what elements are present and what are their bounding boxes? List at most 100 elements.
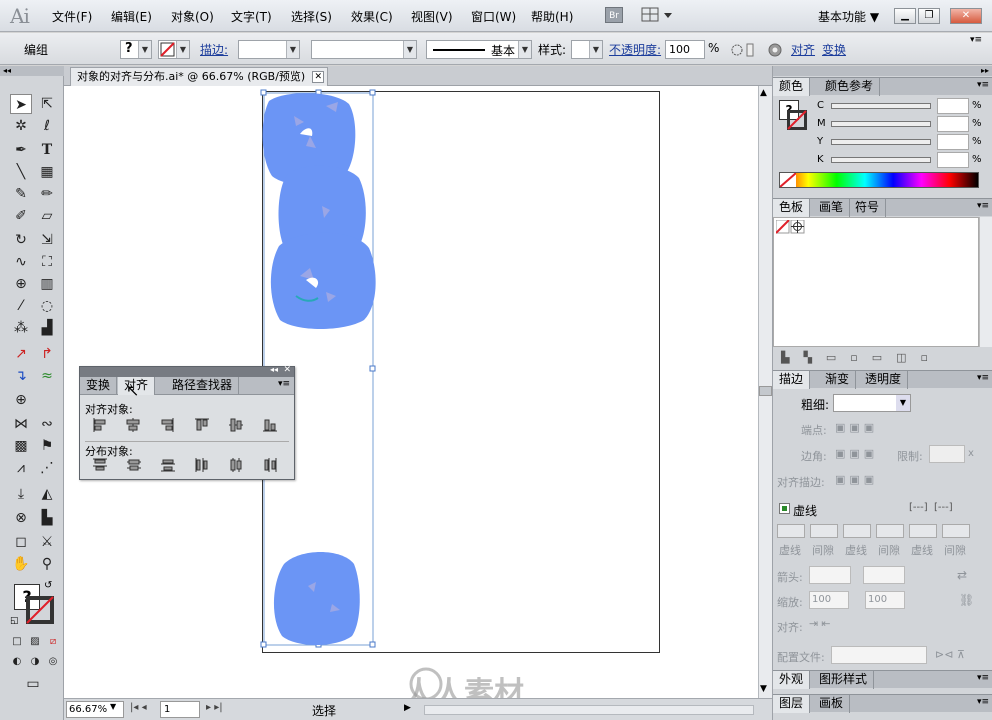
restore-button[interactable]: ❐ [918, 8, 940, 24]
live-paint-tool[interactable]: ⤓ [10, 484, 32, 504]
gradient-tool[interactable]: ▥ [36, 274, 58, 294]
rotate-tool[interactable]: ↻ [10, 230, 32, 250]
start-arrowhead-dropdown[interactable] [809, 566, 851, 584]
tab-appearance[interactable]: 外观 [773, 671, 811, 689]
tab-gradient[interactable]: 渐变 [819, 371, 857, 389]
bridge-button[interactable]: Br [605, 7, 623, 23]
target-tool[interactable]: ⊕ [10, 390, 32, 410]
swap-fill-stroke-icon[interactable]: ↺ [44, 580, 52, 591]
channel-k-slider[interactable] [831, 157, 931, 163]
graphic-style-dropdown[interactable]: ▼ [571, 40, 603, 59]
close-icon[interactable]: ✕ [283, 365, 291, 375]
scatter-tool[interactable]: ⋰ [36, 458, 58, 478]
toolbox-collapse-icon[interactable]: ◂◂ [0, 66, 64, 76]
selection-tool[interactable]: ➤ [10, 94, 32, 114]
gap-input-2[interactable] [876, 524, 904, 538]
swatch-grid[interactable] [773, 217, 979, 347]
tab-stroke[interactable]: 描边 [773, 371, 811, 389]
swatch-items[interactable] [776, 220, 806, 234]
artboard-tool[interactable]: ◻ [10, 532, 32, 552]
menu-file[interactable]: 文件(F) [52, 8, 92, 25]
align-icons[interactable] [92, 417, 282, 433]
align-stroke-buttons[interactable]: ▣▣▣ [835, 473, 878, 486]
document-setup-button[interactable] [766, 41, 784, 59]
tab-color[interactable]: 颜色 [773, 78, 811, 96]
document-tab[interactable]: 对象的对齐与分布.ai* @ 66.67% (RGB/预览) ✕ [70, 67, 329, 86]
rectangle-grid-tool[interactable]: ▦ [36, 162, 58, 182]
tab-pathfinder[interactable]: 路径查找器 [166, 377, 240, 395]
lasso-tool[interactable]: ℓ [36, 116, 58, 136]
shape-builder-tool[interactable]: ⊕ [10, 274, 32, 294]
menu-object[interactable]: 对象(O) [171, 8, 214, 25]
link-scale-icon[interactable]: ⛓ [959, 593, 974, 607]
chart-tool[interactable]: ▙ [36, 508, 58, 528]
variable-width-dropdown[interactable]: ▼ [311, 40, 417, 59]
artboard-number-input[interactable]: 1 [160, 701, 200, 718]
selection-handle[interactable] [369, 641, 376, 648]
panel-menu-icon[interactable]: ▾≡ [977, 80, 989, 90]
first-artboard-icon[interactable]: |◂ ◂ [130, 702, 147, 713]
menu-type[interactable]: 文字(T) [231, 8, 272, 25]
channel-c-slider[interactable] [831, 103, 931, 109]
zigzag-tool[interactable]: ⩘ [10, 458, 32, 478]
pen-tool[interactable]: ✒ [10, 140, 32, 160]
scale-tool[interactable]: ⇲ [36, 230, 58, 250]
menu-edit[interactable]: 编辑(E) [111, 8, 152, 25]
channel-m-input[interactable] [937, 116, 969, 132]
tab-transform[interactable]: 变换 [80, 377, 118, 395]
line-tool[interactable]: ╲ [10, 162, 32, 182]
magic-wand-tool[interactable]: ✲ [10, 116, 32, 136]
channel-y-slider[interactable] [831, 139, 931, 145]
channel-m-slider[interactable] [831, 121, 931, 127]
opacity-link[interactable]: 不透明度: [609, 41, 661, 58]
menu-help[interactable]: 帮助(H) [531, 8, 573, 25]
scroll-thumb[interactable] [759, 386, 772, 396]
bubble-shape[interactable] [273, 552, 360, 645]
end-scale-input[interactable]: 100 [865, 591, 905, 609]
slice-tool[interactable]: ⊗ [10, 508, 32, 528]
arrange-documents-button[interactable] [640, 6, 674, 24]
none-mode-icon[interactable]: ⧄ [42, 632, 64, 652]
align-link[interactable]: 对齐 [791, 41, 815, 58]
column-graph-tool[interactable]: ▟ [36, 318, 58, 338]
corner-buttons[interactable]: ▣▣▣ [835, 447, 878, 460]
panel-menu-icon[interactable]: ▾≡ [977, 697, 989, 707]
cap-buttons[interactable]: ▣▣▣ [835, 421, 878, 434]
bubble-shape[interactable] [270, 232, 376, 329]
scroll-down-icon[interactable]: ▼ [760, 684, 767, 694]
warp-tool[interactable]: ∿ [10, 252, 32, 272]
none-color-icon[interactable] [780, 173, 796, 187]
transform-link[interactable]: 变换 [822, 41, 846, 58]
selection-handle[interactable] [260, 641, 267, 648]
free-transform-tool[interactable]: ⛶ [36, 252, 58, 272]
selection-handle[interactable] [260, 89, 267, 96]
current-tool-status[interactable]: 选择 [312, 702, 336, 719]
channel-y-input[interactable] [937, 134, 969, 150]
selection-handle[interactable] [369, 89, 376, 96]
no-stroke-icon[interactable] [787, 110, 807, 130]
menu-view[interactable]: 视图(V) [411, 8, 453, 25]
panel-menu-icon[interactable]: ▾≡ [977, 201, 989, 211]
blend-tool[interactable]: ◌ [36, 296, 58, 316]
panel-menu-icon[interactable]: ▾≡ [278, 379, 290, 389]
fill-stroke-swatch[interactable]: ? ↺ ◱ [10, 580, 58, 628]
tab-artboards[interactable]: 画板 [813, 695, 851, 713]
draw-inside-icon[interactable]: ◎ [42, 652, 64, 672]
perspective-selection-tool[interactable]: ↱ [36, 344, 58, 364]
panel-menu-icon[interactable]: ▾≡ [977, 673, 989, 683]
width-tool[interactable]: ↴ [10, 366, 32, 386]
selection-handle[interactable] [369, 365, 376, 372]
next-artboard-icon[interactable]: ▸ ▸| [206, 702, 223, 713]
control-menu-icon[interactable]: ▾≡ [970, 35, 982, 45]
horizontal-scrollbar[interactable] [424, 705, 754, 715]
recolor-artwork-button[interactable] [728, 40, 756, 59]
menu-effect[interactable]: 效果(C) [351, 8, 393, 25]
tab-swatches[interactable]: 色板 [773, 199, 811, 217]
mesh-tool[interactable]: ≈ [36, 366, 58, 386]
flag-tool[interactable]: ⚑ [36, 436, 58, 456]
eraser-tool[interactable]: ▱ [36, 206, 58, 226]
brush-definition-dropdown[interactable]: 基本 ▼ [426, 40, 532, 59]
workspace-switcher[interactable]: 基本功能 ▼ [818, 8, 879, 25]
dash-input-1[interactable] [777, 524, 805, 538]
stroke-color-dropdown[interactable]: ▼ [158, 40, 190, 59]
